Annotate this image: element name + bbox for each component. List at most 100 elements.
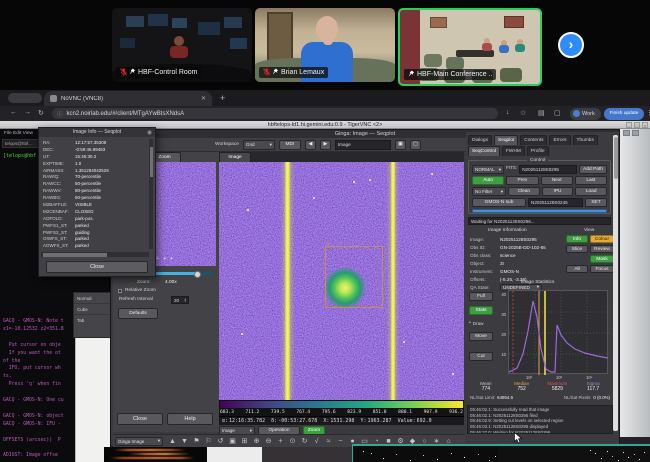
ipu-button[interactable]: IPU [542,187,574,196]
info-view-button[interactable]: Info [566,235,588,243]
maximize-icon[interactable]: □ [634,122,640,128]
reload-icon[interactable]: ↻ [38,109,44,117]
pennant-icon[interactable]: ⚐ [203,437,214,445]
review-button[interactable]: Review [590,245,614,253]
auto-button[interactable]: Auto [472,176,504,185]
clean-button[interactable]: Clean [508,187,540,196]
scrollbar-thumb[interactable] [614,137,618,179]
dock-close-button[interactable]: Close [117,413,163,425]
url-bar[interactable]: ⓘ kcn2.noirlab.edu/#/client/MTgAYwBtsXNd… [52,108,498,119]
toolbar-channel-select[interactable]: Ginga Image▾ [115,437,163,446]
close-window-icon[interactable]: × [642,122,648,128]
tab-search-pill[interactable] [8,93,42,103]
tab-close-icon[interactable]: ✕ [201,95,206,102]
scrollbar-thumb[interactable] [150,147,153,177]
full-button[interactable]: Full [469,292,493,301]
mode-select[interactable]: NORMAL▾ [472,165,504,174]
add-path-button[interactable]: Add Path [579,165,607,174]
window-button[interactable] [623,130,630,136]
video-tile-control-room[interactable]: HBF-Control Room [112,8,252,82]
set-button[interactable]: SET [585,198,607,207]
menu-kebab-icon[interactable]: ⋮ [646,109,650,117]
minimize-icon[interactable]: – [626,122,632,128]
defaults-button[interactable]: Defaults [118,308,158,319]
site-info-icon[interactable]: ⓘ [57,110,63,118]
panel-scrollbar[interactable] [613,135,618,431]
white-thumbnail[interactable] [207,447,262,462]
workspace-grid-select[interactable]: Grid▾ [243,140,275,150]
log-pane[interactable]: 05:46:02.1: Successfully read that image… [467,405,613,434]
dock-help-button[interactable]: Help [167,413,213,425]
focus-button[interactable]: Focus [590,265,614,273]
tab-errors[interactable]: Errors [549,135,570,145]
profile-chip[interactable]: Work [570,108,601,120]
prev-button[interactable]: Prev [506,176,538,185]
video-tile-main-conference[interactable]: HBF-Main Conference .. [398,8,542,86]
tab-contents[interactable]: Contents [520,135,547,145]
dialog-close-icon[interactable] [147,130,152,135]
dialog-hscrollbar[interactable] [41,252,149,257]
mdi-button[interactable]: MDI [279,140,301,150]
tab-image[interactable]: Image [219,152,251,162]
slider-knob[interactable] [194,271,201,278]
pan-icon[interactable]: + [275,438,286,445]
stats-button[interactable]: Stats [469,306,493,315]
flag-icon[interactable]: ⚑ [191,437,202,445]
tilde-icon[interactable]: ~ [335,438,346,445]
sub-field[interactable]: N20251128S0245 [528,198,583,207]
relative-zoom-checkbox[interactable] [118,289,122,293]
slice-button[interactable]: Slice [566,245,588,253]
colour-button[interactable]: Colour [590,235,614,243]
video-tile-brian-lemaux[interactable]: Brian Lemaux [255,8,395,82]
tab-dialogs[interactable]: Dialogs [468,135,492,145]
add-channel-button[interactable]: ▣ [395,140,406,150]
draw-option[interactable]: • Draw [469,320,484,326]
dialog-close-button[interactable]: Close [46,261,148,273]
gmos-sub-button[interactable]: GMOS-N sub [472,198,526,207]
tab-seqcontrol[interactable]: SeqControl [468,146,500,156]
up-arrow-icon[interactable]: ▲ [167,438,178,445]
sqrt-icon[interactable]: √ [311,438,322,445]
side-panel-icon[interactable]: ▤ [538,109,545,117]
all-button[interactable]: All [566,265,588,273]
zoom-amount-slider[interactable] [155,272,213,275]
mask-button[interactable]: Mask [590,255,614,263]
zoom-out-icon[interactable]: ⊖ [263,437,274,445]
workspace-prev-button[interactable]: ◀ [305,140,316,150]
back-icon[interactable]: ← [10,109,17,116]
remove-channel-button[interactable]: ▢ [410,140,421,150]
tab-profile[interactable]: Profile [527,146,549,156]
dialog-titlebar[interactable]: Image Info — Seqplot [39,128,155,137]
colorbar[interactable] [219,400,464,409]
channel-name-field[interactable]: Image [335,140,391,150]
next-button[interactable]: Next [541,176,573,185]
browser-tab[interactable]: NoVNC (VNC8) ✕ [44,91,212,106]
zoom-in-icon[interactable]: ⊕ [251,437,262,445]
rotate-icon[interactable]: ↻ [299,437,310,445]
extensions-icon[interactable]: ▢ [554,109,561,117]
down-arrow-icon[interactable]: ▼ [179,438,190,445]
move-button[interactable]: Move [469,332,493,341]
image-canvas[interactable]: 3I [219,162,464,400]
next-page-button[interactable]: › [558,32,584,58]
region-rectangle[interactable] [325,246,383,308]
new-tab-button[interactable]: + [220,93,225,103]
tab-seqplot[interactable]: Seqplot [494,135,518,145]
last-button[interactable]: Last [575,176,607,185]
cut-button[interactable]: Cut [469,352,493,361]
window-button[interactable] [632,130,639,136]
undo-icon[interactable]: ↺ [215,437,226,445]
scrollbar-thumb[interactable] [43,253,107,257]
grid-icon[interactable]: ⊞ [239,437,250,445]
tab-thumbs[interactable]: Thumbs [573,135,598,145]
forward-icon[interactable]: → [24,109,31,116]
finish-update-button[interactable]: Finish update [604,108,644,120]
bookmark-star-icon[interactable]: ☆ [520,109,526,117]
tab-fwhm[interactable]: FWHM [502,146,525,156]
fits-field[interactable]: N20251128S0295 [519,165,577,174]
terminal-menubar[interactable]: File Edit View [4,131,33,136]
refresh-interval-spinner[interactable]: 20 ▴▾ [171,296,189,304]
spectra-thumbnail[interactable] [104,447,207,462]
workspace-next-button[interactable]: ▶ [320,140,331,150]
starfield-window[interactable] [352,444,498,462]
